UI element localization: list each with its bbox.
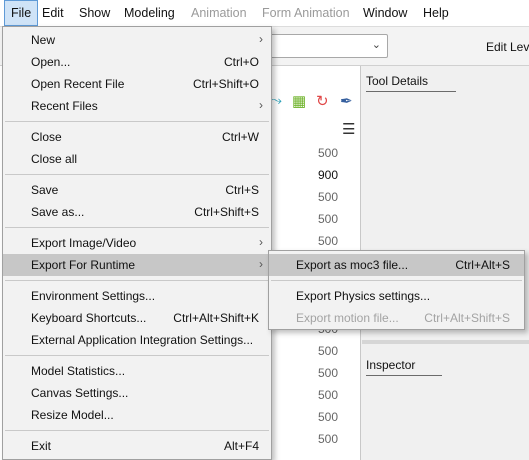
menu-separator bbox=[5, 227, 269, 228]
menu-item-shortcut: Alt+F4 bbox=[223, 439, 259, 453]
value-cell: 500 bbox=[317, 212, 338, 226]
tool-details-title: Tool Details bbox=[366, 74, 456, 92]
menu-item-shortcut: Ctrl+W bbox=[222, 130, 259, 144]
menu-form-animation[interactable]: Form Animation bbox=[256, 0, 356, 26]
value-cell: 500 bbox=[317, 234, 338, 248]
menu-separator bbox=[5, 430, 269, 431]
menu-item-label: Save bbox=[31, 183, 59, 197]
chevron-right-icon: › bbox=[259, 257, 263, 271]
menu-item-external-app-settings[interactable]: External Application Integration Setting… bbox=[3, 329, 271, 351]
chevron-down-icon: ⌄ bbox=[371, 39, 381, 51]
menu-item-save-as[interactable]: Save as... Ctrl+Shift+S bbox=[3, 201, 271, 223]
chevron-right-icon: › bbox=[259, 98, 263, 112]
menu-animation[interactable]: Animation bbox=[185, 0, 253, 26]
menu-edit[interactable]: Edit bbox=[36, 0, 70, 26]
menu-item-open[interactable]: Open... Ctrl+O bbox=[3, 51, 271, 73]
menu-item-shortcut: Ctrl+Alt+Shift+K bbox=[173, 311, 259, 325]
menu-item-canvas-settings[interactable]: Canvas Settings... bbox=[3, 382, 271, 404]
menu-item-label: New bbox=[31, 33, 56, 47]
panel-splitter[interactable] bbox=[362, 340, 529, 344]
menu-item-label: Canvas Settings... bbox=[31, 386, 129, 400]
menu-item-new[interactable]: New › bbox=[3, 29, 271, 51]
menu-item-exit[interactable]: Exit Alt+F4 bbox=[3, 435, 271, 457]
menu-item-label: Export as moc3 file... bbox=[296, 258, 409, 272]
menu-item-shortcut: Ctrl+Shift+O bbox=[192, 77, 259, 91]
menu-item-label: Recent Files bbox=[31, 99, 98, 113]
value-cell: 500 bbox=[317, 410, 338, 424]
value-cell: 500 bbox=[317, 146, 338, 160]
menu-item-label: Export For Runtime bbox=[31, 258, 136, 272]
value-cell: 500 bbox=[317, 366, 338, 380]
menu-item-shortcut: Ctrl+S bbox=[225, 183, 259, 197]
menu-item-export-physics[interactable]: Export Physics settings... bbox=[269, 285, 524, 307]
chevron-right-icon: › bbox=[259, 235, 263, 249]
menu-separator bbox=[5, 355, 269, 356]
menu-item-recent-files[interactable]: Recent Files › bbox=[3, 95, 271, 117]
menu-item-label: Open... bbox=[31, 55, 71, 69]
menu-item-shortcut: Ctrl+O bbox=[223, 55, 259, 69]
menu-item-shortcut: Ctrl+Shift+S bbox=[194, 205, 259, 219]
menu-item-label: Save as... bbox=[31, 205, 85, 219]
menu-item-environment-settings[interactable]: Environment Settings... bbox=[3, 285, 271, 307]
menu-item-shortcut: Ctrl+Alt+S bbox=[455, 258, 510, 272]
pen-icon[interactable]: ✒ bbox=[340, 92, 353, 110]
file-menu: New › Open... Ctrl+O Open Recent File Ct… bbox=[2, 26, 272, 460]
menu-item-label: Close all bbox=[31, 152, 78, 166]
menu-item-label: External Application Integration Setting… bbox=[31, 333, 254, 347]
menu-item-close-all[interactable]: Close all bbox=[3, 148, 271, 170]
menu-item-label: Exit bbox=[31, 439, 52, 453]
menu-item-export-for-runtime[interactable]: Export For Runtime › bbox=[3, 254, 271, 276]
menu-item-shortcut: Ctrl+Alt+Shift+S bbox=[424, 311, 510, 325]
menu-item-keyboard-shortcuts[interactable]: Keyboard Shortcuts... Ctrl+Alt+Shift+K bbox=[3, 307, 271, 329]
value-cell: 500 bbox=[317, 344, 338, 358]
menu-modeling[interactable]: Modeling bbox=[118, 0, 181, 26]
export-runtime-submenu: Export as moc3 file... Ctrl+Alt+S Export… bbox=[268, 250, 525, 330]
menu-item-export-motion[interactable]: Export motion file... Ctrl+Alt+Shift+S bbox=[269, 307, 524, 329]
value-cell: 500 bbox=[317, 388, 338, 402]
edit-level-label: Edit Leve bbox=[486, 40, 529, 54]
menu-item-resize-model[interactable]: Resize Model... bbox=[3, 404, 271, 426]
menu-item-save[interactable]: Save Ctrl+S bbox=[3, 179, 271, 201]
menu-item-label: Model Statistics... bbox=[31, 364, 126, 378]
menu-item-label: Open Recent File bbox=[31, 77, 125, 91]
menu-item-export-moc3[interactable]: Export as moc3 file... Ctrl+Alt+S bbox=[269, 254, 524, 276]
menu-separator bbox=[5, 121, 269, 122]
chevron-right-icon: › bbox=[259, 32, 263, 46]
panel-tool-icons: ⤳ ▦ ↻ ✒ bbox=[270, 92, 362, 114]
menu-help[interactable]: Help bbox=[417, 0, 455, 26]
menu-item-close[interactable]: Close Ctrl+W bbox=[3, 126, 271, 148]
menu-separator bbox=[5, 174, 269, 175]
menu-separator bbox=[5, 280, 269, 281]
menu-bar: File Edit Show Modeling Animation Form A… bbox=[0, 0, 529, 27]
menu-separator bbox=[271, 280, 522, 281]
menu-item-model-statistics[interactable]: Model Statistics... bbox=[3, 360, 271, 382]
inspector-title: Inspector bbox=[366, 358, 442, 376]
value-cell: 500 bbox=[317, 190, 338, 204]
menu-window[interactable]: Window bbox=[357, 0, 413, 26]
menu-item-label: Keyboard Shortcuts... bbox=[31, 311, 147, 325]
menu-show[interactable]: Show bbox=[73, 0, 116, 26]
menu-item-open-recent[interactable]: Open Recent File Ctrl+Shift+O bbox=[3, 73, 271, 95]
panel-menu-icon[interactable]: ☰ bbox=[342, 120, 355, 138]
menu-item-label: Environment Settings... bbox=[31, 289, 156, 303]
menu-item-label: Resize Model... bbox=[31, 408, 114, 422]
menu-item-label: Export Physics settings... bbox=[296, 289, 431, 303]
menu-item-export-image-video[interactable]: Export Image/Video › bbox=[3, 232, 271, 254]
deformer-icon[interactable]: ▦ bbox=[292, 92, 306, 110]
menu-item-label: Export Image/Video bbox=[31, 236, 137, 250]
menu-file[interactable]: File bbox=[4, 0, 39, 26]
menu-item-label: Close bbox=[31, 130, 62, 144]
menu-item-label: Export motion file... bbox=[296, 311, 399, 325]
value-cell: 900 bbox=[317, 168, 338, 182]
value-cell: 500 bbox=[317, 432, 338, 446]
rotation-icon[interactable]: ↻ bbox=[316, 92, 329, 110]
